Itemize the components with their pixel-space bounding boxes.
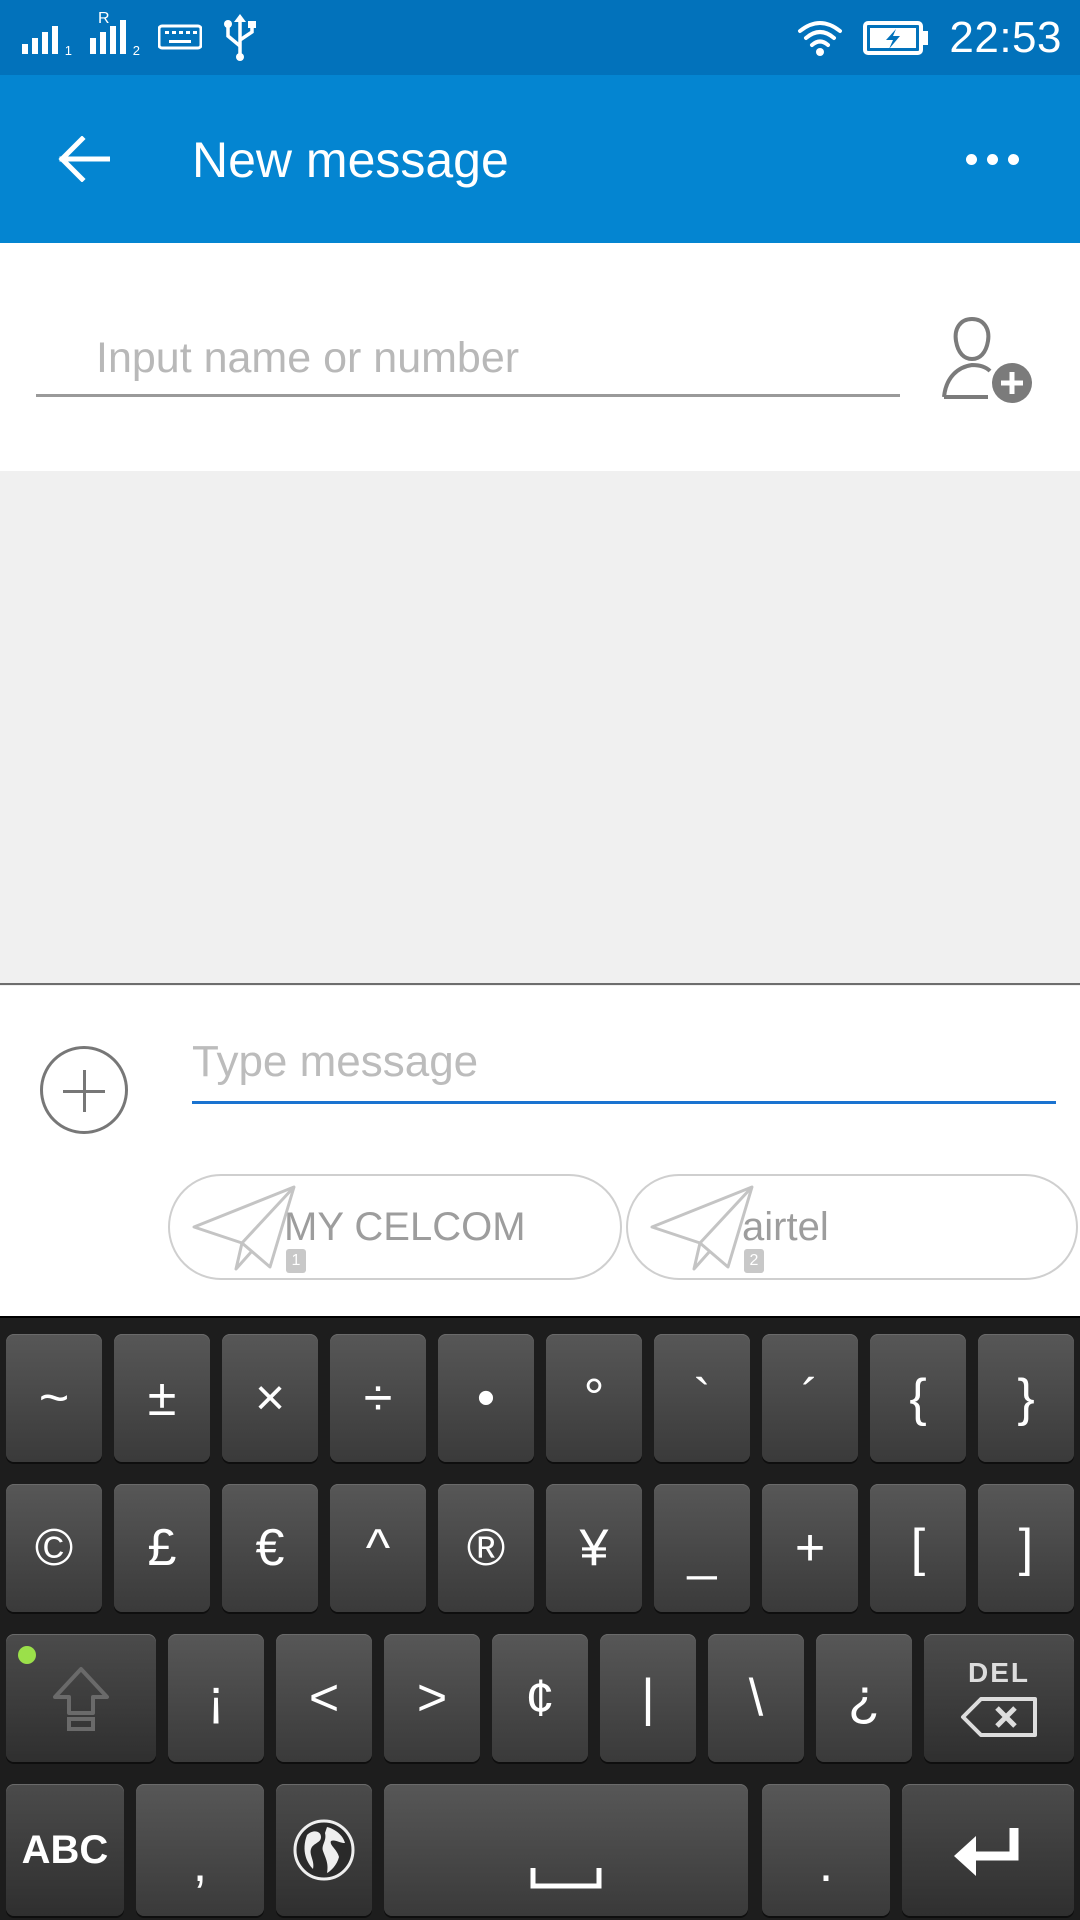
status-time: 22:53 — [949, 12, 1062, 62]
key-registered[interactable]: ® — [438, 1484, 534, 1612]
compose-section: 1 MY CELCOM 2 airtel — [0, 986, 1080, 1316]
recipient-input[interactable] — [36, 323, 900, 397]
key-cent[interactable]: ¢ — [492, 1634, 588, 1762]
recipient-section — [0, 243, 1080, 471]
key-inverted-exclamation[interactable]: ¡ — [168, 1634, 264, 1762]
add-contact-icon — [942, 316, 1032, 403]
key-backtick[interactable]: ` — [654, 1334, 750, 1462]
space-bar-icon — [530, 1868, 602, 1889]
key-degree[interactable]: ° — [546, 1334, 642, 1462]
abc-key[interactable]: ABC — [6, 1784, 124, 1916]
back-button[interactable] — [48, 123, 120, 195]
enter-key[interactable] — [902, 1784, 1074, 1916]
more-options-button[interactable] — [952, 123, 1032, 195]
key-acute[interactable]: ´ — [762, 1334, 858, 1462]
key-euro[interactable]: € — [222, 1484, 318, 1612]
space-key[interactable] — [384, 1784, 748, 1916]
key-divide[interactable]: ÷ — [330, 1334, 426, 1462]
send-plane-icon: 2 — [648, 1177, 768, 1277]
key-multiply[interactable]: × — [222, 1334, 318, 1462]
key-left-bracket[interactable]: [ — [870, 1484, 966, 1612]
battery-charging-icon — [863, 20, 929, 55]
status-icons-left: 1 R 2 — [22, 10, 260, 62]
shift-indicator — [18, 1646, 36, 1664]
key-tilde[interactable]: ~ — [6, 1334, 102, 1462]
key-backslash[interactable]: \ — [708, 1634, 804, 1762]
more-horizontal-icon — [965, 153, 977, 165]
attach-plus-icon[interactable] — [40, 1046, 128, 1134]
key-plus[interactable]: + — [762, 1484, 858, 1612]
key-caret[interactable]: ^ — [330, 1484, 426, 1612]
keyboard: ~ ± × ÷ • ° ` ´ { } © £ € ^ ® ¥ _ + [ ] … — [0, 1316, 1080, 1920]
page-title: New message — [192, 132, 509, 188]
delete-label: DEL — [968, 1657, 1030, 1688]
send-plane-icon: 1 — [190, 1177, 310, 1277]
arrow-left-icon — [58, 136, 110, 182]
key-underscore[interactable]: _ — [654, 1484, 750, 1612]
status-icons-right: 22:53 — [797, 0, 1062, 75]
message-input[interactable] — [192, 1022, 1056, 1104]
signal-sim1-icon: 1 — [22, 20, 72, 58]
key-bullet[interactable]: • — [438, 1334, 534, 1462]
key-left-brace[interactable]: { — [870, 1334, 966, 1462]
key-plus-minus[interactable]: ± — [114, 1334, 210, 1462]
shift-key[interactable] — [6, 1634, 156, 1762]
usb-icon — [224, 14, 256, 61]
backspace-icon — [961, 1697, 1037, 1737]
key-greater-than[interactable]: > — [384, 1634, 480, 1762]
key-yen[interactable]: ¥ — [546, 1484, 642, 1612]
key-pipe[interactable]: | — [600, 1634, 696, 1762]
delete-key[interactable]: DEL — [924, 1634, 1074, 1762]
shift-arrow-icon — [53, 1667, 109, 1731]
key-period[interactable]: . — [762, 1784, 890, 1916]
enter-arrow-icon — [954, 1828, 1019, 1876]
add-contact-button[interactable] — [940, 311, 1036, 407]
key-copyright[interactable]: © — [6, 1484, 102, 1612]
key-pound[interactable]: £ — [114, 1484, 210, 1612]
app-bar: New message — [0, 75, 1080, 243]
status-bar: 1 R 2 22:53 — [0, 0, 1080, 75]
key-less-than[interactable]: < — [276, 1634, 372, 1762]
keyboard-icon — [158, 24, 202, 50]
key-comma[interactable]: , — [136, 1784, 264, 1916]
send-sim1-button[interactable]: 1 MY CELCOM — [168, 1174, 622, 1280]
send-sim2-button[interactable]: 2 airtel — [626, 1174, 1078, 1280]
globe-icon — [293, 1819, 355, 1881]
key-inverted-question[interactable]: ¿ — [816, 1634, 912, 1762]
signal-sim2-icon: R 2 — [90, 10, 140, 58]
key-right-bracket[interactable]: ] — [978, 1484, 1074, 1612]
wifi-icon — [798, 20, 843, 56]
language-key[interactable] — [276, 1784, 372, 1916]
key-right-brace[interactable]: } — [978, 1334, 1074, 1462]
send-sim1-label: MY CELCOM — [284, 1204, 526, 1249]
message-thread-area — [0, 471, 1080, 985]
